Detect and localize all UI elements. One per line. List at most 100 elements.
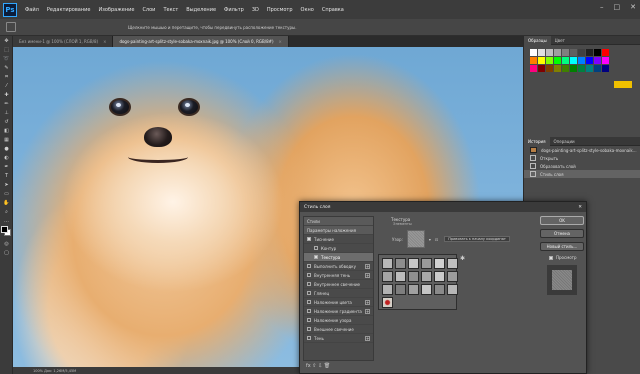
- tab-actions[interactable]: Операции: [550, 137, 579, 146]
- menu-item[interactable]: Файл: [21, 7, 43, 13]
- stamp-tool-icon[interactable]: ⊥: [0, 108, 13, 117]
- style-checkbox[interactable]: [307, 237, 311, 241]
- pattern-swatch[interactable]: [382, 258, 393, 269]
- menu-item[interactable]: Слои: [138, 7, 159, 13]
- history-item[interactable]: Стиль слоя: [524, 170, 640, 178]
- style-list-item[interactable]: Стили: [304, 217, 373, 226]
- pattern-swatch[interactable]: [421, 284, 432, 295]
- style-checkbox[interactable]: [307, 318, 311, 322]
- style-checkbox[interactable]: [314, 246, 318, 250]
- color-swatch[interactable]: [538, 57, 545, 64]
- style-list-item[interactable]: Внешнее свечение: [304, 325, 373, 334]
- style-list-item[interactable]: Выполнить обводку +: [304, 262, 373, 271]
- color-swatch[interactable]: [562, 49, 569, 56]
- color-swatch[interactable]: [546, 65, 553, 72]
- menu-item[interactable]: Текст: [159, 7, 182, 13]
- menu-item[interactable]: Выделение: [182, 7, 220, 13]
- shape-tool-icon[interactable]: ▭: [0, 189, 13, 198]
- color-swatch[interactable]: [570, 65, 577, 72]
- pen-tool-icon[interactable]: ✒: [0, 162, 13, 171]
- tab-swatches[interactable]: Образцы: [524, 35, 551, 45]
- quick-select-tool-icon[interactable]: ✎: [0, 63, 13, 72]
- pattern-swatch[interactable]: [447, 284, 458, 295]
- color-swatch[interactable]: [530, 57, 537, 64]
- history-snapshot[interactable]: dogs-painting-art-splitz-style-sobaka-mo…: [524, 146, 640, 154]
- eraser-tool-icon[interactable]: ◧: [0, 126, 13, 135]
- style-list-item[interactable]: Наложение узора: [304, 316, 373, 325]
- blur-tool-icon[interactable]: ●: [0, 144, 13, 153]
- color-swatch[interactable]: [602, 57, 609, 64]
- add-effect-icon[interactable]: +: [365, 299, 370, 305]
- menu-item[interactable]: Редактирование: [43, 7, 95, 13]
- pattern-swatch[interactable]: [447, 258, 458, 269]
- quick-mask-icon[interactable]: ◎: [0, 239, 13, 248]
- style-list-item[interactable]: Внутренняя тень +: [304, 271, 373, 280]
- color-swatch[interactable]: [538, 49, 545, 56]
- add-effect-icon[interactable]: +: [365, 263, 370, 269]
- color-swatches[interactable]: [0, 225, 13, 239]
- style-list-item[interactable]: Тень +: [304, 334, 373, 343]
- highlight-swatch[interactable]: [614, 80, 632, 88]
- menu-item[interactable]: Справка: [318, 7, 348, 13]
- color-swatch[interactable]: [586, 57, 593, 64]
- close-icon[interactable]: ✕: [630, 3, 636, 11]
- foreground-color[interactable]: [1, 226, 8, 233]
- color-swatch[interactable]: [602, 65, 609, 72]
- color-swatch[interactable]: [562, 65, 569, 72]
- pattern-swatch[interactable]: [395, 284, 406, 295]
- color-swatch[interactable]: [586, 49, 593, 56]
- tool-preset-icon[interactable]: [6, 22, 16, 32]
- history-brush-icon[interactable]: ↺: [0, 117, 13, 126]
- color-swatch[interactable]: [594, 57, 601, 64]
- pattern-dropdown-icon[interactable]: ▾: [429, 237, 431, 242]
- menu-item[interactable]: Фильтр: [220, 7, 248, 13]
- pattern-swatch[interactable]: [382, 271, 393, 282]
- lasso-tool-icon[interactable]: ➰: [0, 54, 13, 63]
- color-swatch[interactable]: [530, 65, 537, 72]
- color-swatch[interactable]: [538, 65, 545, 72]
- pattern-swatch[interactable]: [408, 271, 419, 282]
- style-list-item[interactable]: Текстура: [304, 253, 373, 262]
- color-swatch[interactable]: [578, 49, 585, 56]
- history-item[interactable]: Образовать слой: [524, 162, 640, 170]
- style-list-actions[interactable]: fx ⇧ ⇩ 🗑: [306, 363, 330, 369]
- pattern-swatch[interactable]: [395, 258, 406, 269]
- preview-checkbox[interactable]: [549, 255, 553, 260]
- menu-item[interactable]: Окно: [297, 7, 318, 13]
- document-tab[interactable]: dogs-painting-art-splitz-style-sobaka-mo…: [113, 36, 289, 47]
- style-list-item[interactable]: Внутреннее свечение: [304, 280, 373, 289]
- color-swatch[interactable]: [578, 65, 585, 72]
- pattern-swatch[interactable]: [408, 258, 419, 269]
- color-swatch[interactable]: [586, 65, 593, 72]
- style-checkbox[interactable]: [307, 282, 311, 286]
- pattern-swatch[interactable]: [395, 271, 406, 282]
- style-list-item[interactable]: Контур: [304, 244, 373, 253]
- menu-item[interactable]: Просмотр: [263, 7, 297, 13]
- color-swatch[interactable]: [554, 57, 561, 64]
- type-tool-icon[interactable]: T: [0, 171, 13, 180]
- minimize-icon[interactable]: –: [600, 3, 604, 11]
- style-checkbox[interactable]: [307, 264, 311, 268]
- color-swatch[interactable]: [530, 49, 537, 56]
- healing-tool-icon[interactable]: ✚: [0, 90, 13, 99]
- tab-color[interactable]: Цвет: [551, 36, 569, 45]
- pattern-swatch[interactable]: [382, 297, 393, 308]
- pattern-swatch[interactable]: [434, 271, 445, 282]
- color-swatch[interactable]: [546, 57, 553, 64]
- style-list-item[interactable]: Параметры наложения: [304, 226, 373, 235]
- color-swatch[interactable]: [594, 49, 601, 56]
- pattern-swatch[interactable]: [408, 284, 419, 295]
- snap-to-origin-button[interactable]: Привязать к началу координат: [444, 236, 510, 242]
- crop-tool-icon[interactable]: ⌗: [0, 72, 13, 81]
- color-swatch[interactable]: [570, 57, 577, 64]
- pattern-swatch[interactable]: [447, 271, 458, 282]
- style-checkbox[interactable]: [307, 291, 311, 295]
- pattern-swatch[interactable]: [434, 258, 445, 269]
- more-tools-icon[interactable]: …: [0, 216, 13, 225]
- gradient-tool-icon[interactable]: ▦: [0, 135, 13, 144]
- pattern-swatch[interactable]: [421, 258, 432, 269]
- pattern-swatch[interactable]: [421, 271, 432, 282]
- history-item[interactable]: Открыть: [524, 154, 640, 162]
- path-select-tool-icon[interactable]: ➤: [0, 180, 13, 189]
- pattern-thumbnail[interactable]: [406, 230, 425, 248]
